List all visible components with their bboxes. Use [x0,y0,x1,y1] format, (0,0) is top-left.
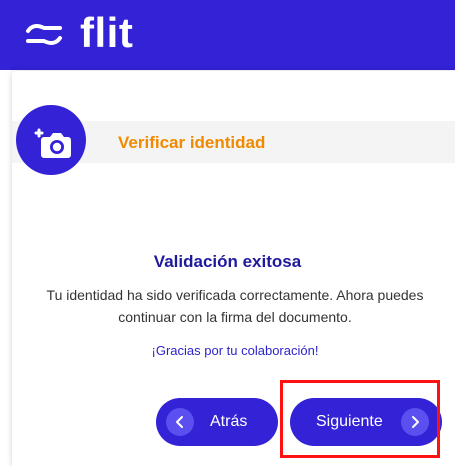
section-title: Verificar identidad [118,133,266,152]
add-photo-camera-icon [16,105,86,175]
app-header: flit [0,0,455,70]
chevron-left-icon [166,408,194,436]
thanks-text: ¡Gracias por tu colaboración! [151,343,319,358]
highlight-box [280,380,440,458]
back-button-label: Atrás [210,413,248,430]
logo-text: flit [80,9,134,56]
success-title: Validación exitosa [153,252,302,271]
back-button[interactable]: Atrás [156,398,278,446]
flit-logo-icon [26,24,62,45]
success-message: Tu identidad ha sido verificada correcta… [46,287,424,325]
